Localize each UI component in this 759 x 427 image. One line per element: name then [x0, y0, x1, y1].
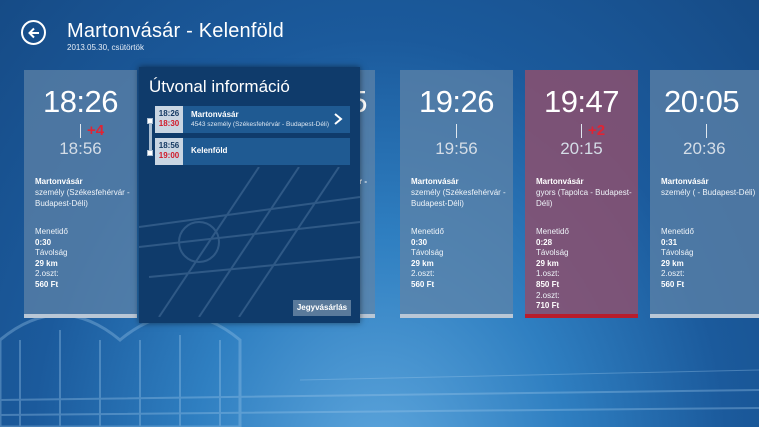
train-card[interactable]: 19:26 19:56 Martonvásár személy (Székesf… — [400, 70, 513, 318]
back-button[interactable] — [21, 20, 46, 45]
distance-value: 29 km — [411, 258, 434, 268]
trip-details: Menetidő 0:30 Távolság 29 km 2.oszt: 560… — [35, 227, 68, 291]
arrival-time: 18:56 — [59, 139, 102, 158]
distance-value: 29 km — [536, 258, 559, 268]
departure-time: 18:26 — [42, 84, 119, 119]
stop-train-desc: 4543 személy (Székesfehérvár - Budapest-… — [191, 121, 330, 128]
departure-time: 20:05 — [664, 84, 740, 119]
class1-label: 1.oszt: — [536, 269, 560, 279]
route-node-end — [147, 150, 153, 156]
divider — [456, 124, 457, 138]
from-station: Martonvásár — [661, 177, 709, 186]
arrival-time: 20:15 — [560, 139, 603, 158]
duration-value: 0:28 — [536, 237, 553, 247]
route-info-panel: Útvonal információ 18:26 18:30 Martonvás… — [139, 67, 360, 323]
distance-label: Távolság — [35, 248, 68, 258]
duration-value: 0:30 — [35, 237, 52, 247]
train-card[interactable]: 18:26 +4 18:56 Martonvásár személy (Szék… — [24, 70, 137, 318]
card-accent-bar — [650, 314, 759, 318]
duration-value: 0:30 — [411, 237, 428, 247]
actual-time: 18:30 — [158, 119, 180, 128]
duration-label: Menetidő — [35, 227, 68, 236]
arrival-time: 19:56 — [435, 139, 478, 158]
duration-value: 0:31 — [661, 237, 678, 247]
page-subtitle: 2013.05.30, csütörtök — [67, 43, 144, 52]
route-stop-item[interactable]: 18:56 19:00 Kelenföld — [155, 138, 350, 165]
class2-price: 560 Ft — [411, 279, 435, 289]
duration-label: Menetidő — [411, 227, 444, 236]
card-accent-bar — [400, 314, 513, 318]
train-card-delayed[interactable]: 19:47 +2 20:15 Martonvásár gyors (Tapolc… — [525, 70, 638, 318]
trip-details: Menetidő 0:28 Távolság 29 km 1.oszt: 850… — [536, 227, 569, 312]
class2-label: 2.oszt: — [536, 290, 560, 300]
distance-value: 29 km — [35, 258, 58, 268]
scheduled-time: 18:26 — [158, 109, 180, 118]
class2-label: 2.oszt: — [411, 269, 435, 279]
page-title: Martonvásár - Kelenföld — [67, 20, 284, 42]
train-type: személy ( - Budapest-Déli) — [661, 188, 756, 197]
from-station: Martonvásár — [35, 177, 83, 186]
delay-badge: +2 — [588, 122, 606, 139]
train-type: r - — [359, 177, 367, 186]
duration-label: Menetidő — [661, 227, 694, 236]
distance-label: Távolság — [661, 248, 694, 258]
route-stop-item[interactable]: 18:26 18:30 Martonvásár 4543 személy (Sz… — [155, 106, 350, 133]
stop-times: 18:26 18:30 — [155, 106, 183, 133]
divider — [80, 124, 81, 138]
stop-name: Martonvásár — [191, 110, 239, 119]
class2-price: 560 Ft — [35, 279, 59, 289]
delay-badge: +4 — [87, 122, 105, 139]
train-type: személy (Székesfehérvár - Budapest-Déli) — [35, 188, 130, 208]
arrival-time: 20:36 — [683, 139, 726, 158]
route-map-background — [139, 167, 360, 317]
arrow-left-icon — [27, 27, 39, 38]
class1-price: 850 Ft — [536, 279, 560, 289]
scheduled-time: 18:56 — [158, 141, 180, 150]
card-accent-bar — [24, 314, 137, 318]
card-accent-bar — [525, 314, 638, 318]
stop-times: 18:56 19:00 — [155, 138, 183, 165]
departure-time: 19:26 — [418, 84, 495, 119]
distance-label: Távolság — [536, 248, 569, 258]
train-type: személy (Székesfehérvár - Budapest-Déli) — [411, 188, 506, 208]
class2-label: 2.oszt: — [661, 269, 685, 279]
from-station: Martonvásár — [411, 177, 459, 186]
class2-price: 560 Ft — [661, 279, 685, 289]
trip-details: Menetidő 0:30 Távolság 29 km 2.oszt: 560… — [411, 227, 444, 291]
class2-label: 2.oszt: — [35, 269, 59, 279]
panel-title: Útvonal információ — [149, 77, 290, 96]
duration-label: Menetidő — [536, 227, 569, 236]
distance-label: Távolság — [411, 248, 444, 258]
stop-name: Kelenföld — [191, 146, 228, 155]
train-card[interactable]: 20:05 20:36 Martonvásár személy ( - Buda… — [650, 70, 759, 318]
from-station: Martonvásár — [536, 177, 584, 186]
chevron-right-icon[interactable] — [332, 112, 344, 126]
divider — [581, 124, 582, 138]
actual-time: 19:00 — [158, 151, 180, 160]
route-connector-line — [149, 120, 152, 154]
divider — [706, 124, 707, 138]
train-type: gyors (Tapolca - Budapest-Déli) — [536, 188, 632, 208]
station-background — [0, 313, 759, 427]
route-node-start — [147, 118, 153, 124]
distance-value: 29 km — [661, 258, 684, 268]
departure-time: 19:47 — [543, 84, 620, 119]
class2-price: 710 Ft — [536, 301, 560, 311]
buy-ticket-button[interactable]: Jegyvásárlás — [293, 300, 351, 316]
trip-details: Menetidő 0:31 Távolság 29 km 2.oszt: 560… — [661, 227, 694, 291]
